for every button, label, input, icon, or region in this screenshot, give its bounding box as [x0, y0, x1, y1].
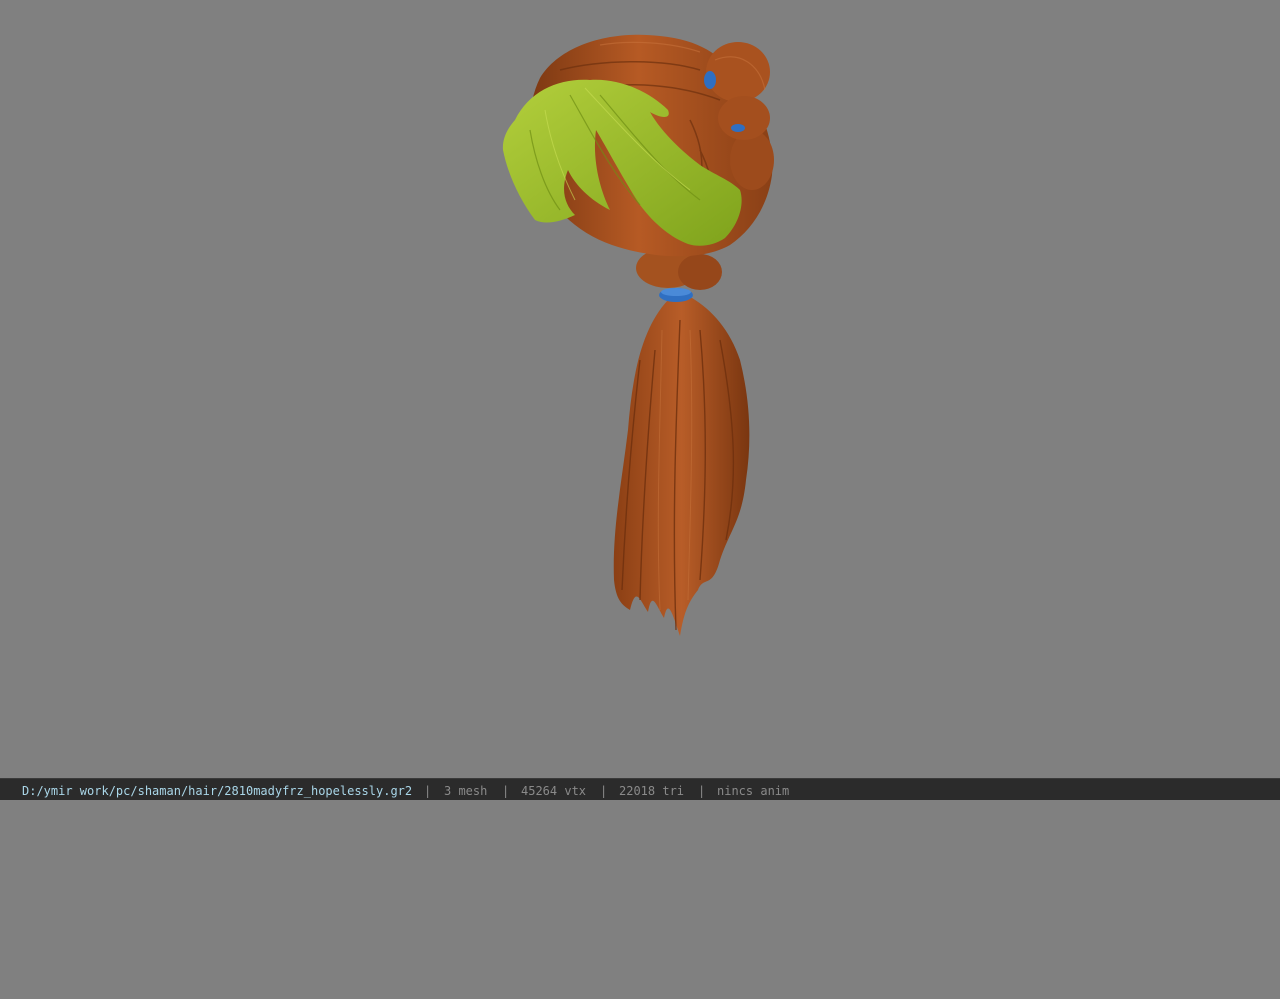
status-separator: |	[424, 784, 432, 798]
status-bar: D:/ymir work/pc/shaman/hair/2810madyfrz_…	[0, 778, 1280, 800]
status-vertex-count: 45264 vtx	[521, 784, 587, 798]
ponytail	[613, 298, 750, 636]
hair-model	[502, 34, 774, 636]
status-separator: |	[698, 784, 706, 798]
status-triangle-count: 22018 tri	[619, 784, 685, 798]
status-mesh-count: 3 mesh	[444, 784, 488, 798]
3d-viewport[interactable]	[0, 0, 1280, 778]
status-separator: |	[502, 784, 510, 798]
status-animation: nincs anim	[717, 784, 790, 798]
top-bun	[706, 42, 770, 102]
status-file-path: D:/ymir work/pc/shaman/hair/2810madyfrz_…	[22, 784, 413, 798]
status-separator: |	[600, 784, 608, 798]
